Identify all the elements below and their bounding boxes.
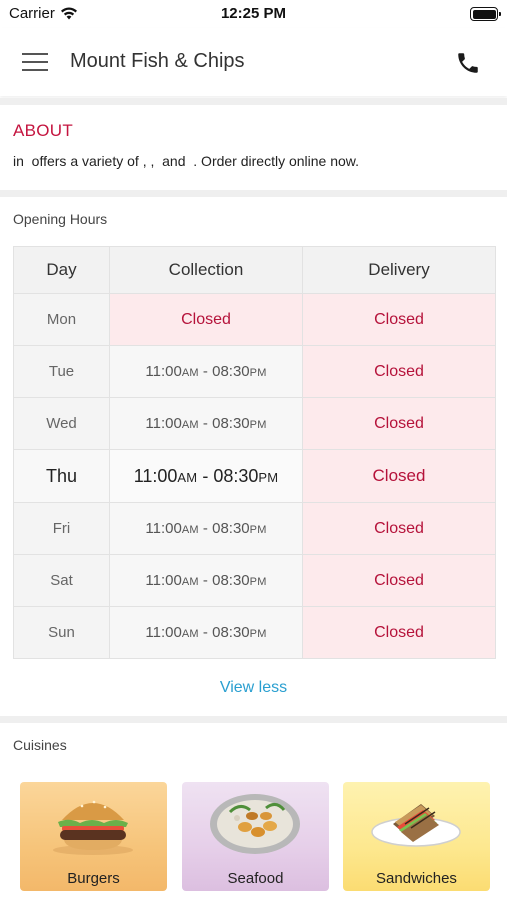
day-cell: Sun — [13, 606, 110, 659]
status-time: 12:25 PM — [220, 5, 287, 22]
call-button[interactable] — [455, 50, 481, 76]
day-cell: Sat — [13, 554, 110, 607]
phone-icon — [458, 53, 478, 73]
cuisine-card-seafood[interactable]: Seafood — [182, 782, 329, 891]
cuisine-card-sandwiches[interactable]: Sandwiches — [343, 782, 490, 891]
view-less-link[interactable]: View less — [0, 679, 507, 697]
section-divider — [0, 190, 507, 197]
about-text: in offers a variety of , , and . Order d… — [13, 153, 360, 169]
hamburger-icon-line — [22, 69, 48, 71]
delivery-cell: Closed — [302, 554, 496, 607]
delivery-cell: Closed — [302, 449, 496, 503]
table-row: Tue 11:00AM - 08:30PM Closed — [13, 345, 496, 398]
about-title: ABOUT — [13, 121, 74, 140]
hamburger-icon-line — [22, 61, 48, 63]
section-divider — [0, 98, 507, 105]
hamburger-icon-line — [22, 53, 48, 55]
page-title: Mount Fish & Chips — [70, 50, 245, 72]
collection-cell: 11:00AM - 08:30PM — [109, 606, 303, 659]
day-cell: Tue — [13, 345, 110, 398]
table-header-row: Day Collection Delivery — [13, 246, 496, 294]
table-row: Wed 11:00AM - 08:30PM Closed — [13, 397, 496, 450]
opening-hours-table: Day Collection Delivery Mon Closed Close… — [13, 246, 496, 659]
column-header-day: Day — [13, 246, 110, 294]
column-header-collection: Collection — [109, 246, 303, 294]
cuisine-label: Sandwiches — [376, 870, 457, 887]
app-header: Mount Fish & Chips — [0, 28, 507, 96]
battery-icon — [470, 7, 501, 21]
delivery-cell: Closed — [302, 606, 496, 659]
cuisines-heading: Cuisines — [13, 737, 67, 753]
opening-hours-heading: Opening Hours — [13, 211, 108, 227]
collection-cell: 11:00AM - 08:30PM — [109, 554, 303, 607]
status-bar: Carrier 12:25 PM — [0, 0, 507, 28]
day-cell: Thu — [13, 449, 110, 503]
cuisine-label: Burgers — [67, 870, 120, 887]
day-cell: Fri — [13, 502, 110, 555]
collection-cell: 11:00AM - 08:30PM — [109, 397, 303, 450]
column-header-delivery: Delivery — [302, 246, 496, 294]
section-divider — [0, 716, 507, 723]
collection-cell: 11:00AM - 08:30PM — [109, 502, 303, 555]
table-row: Sat 11:00AM - 08:30PM Closed — [13, 554, 496, 607]
cuisine-card-burgers[interactable]: Burgers — [20, 782, 167, 891]
table-row-today: Thu 11:00AM - 08:30PM Closed — [13, 449, 496, 503]
delivery-cell: Closed — [302, 502, 496, 555]
delivery-cell: Closed — [302, 345, 496, 398]
collection-cell: Closed — [109, 293, 303, 346]
menu-button[interactable] — [22, 52, 48, 72]
table-row: Fri 11:00AM - 08:30PM Closed — [13, 502, 496, 555]
collection-cell: 11:00AM - 08:30PM — [109, 449, 303, 503]
delivery-cell: Closed — [302, 293, 496, 346]
table-row: Sun 11:00AM - 08:30PM Closed — [13, 606, 496, 659]
day-cell: Mon — [13, 293, 110, 346]
table-row: Mon Closed Closed — [13, 293, 496, 346]
collection-cell: 11:00AM - 08:30PM — [109, 345, 303, 398]
day-cell: Wed — [13, 397, 110, 450]
cuisine-label: Seafood — [227, 870, 284, 887]
delivery-cell: Closed — [302, 397, 496, 450]
